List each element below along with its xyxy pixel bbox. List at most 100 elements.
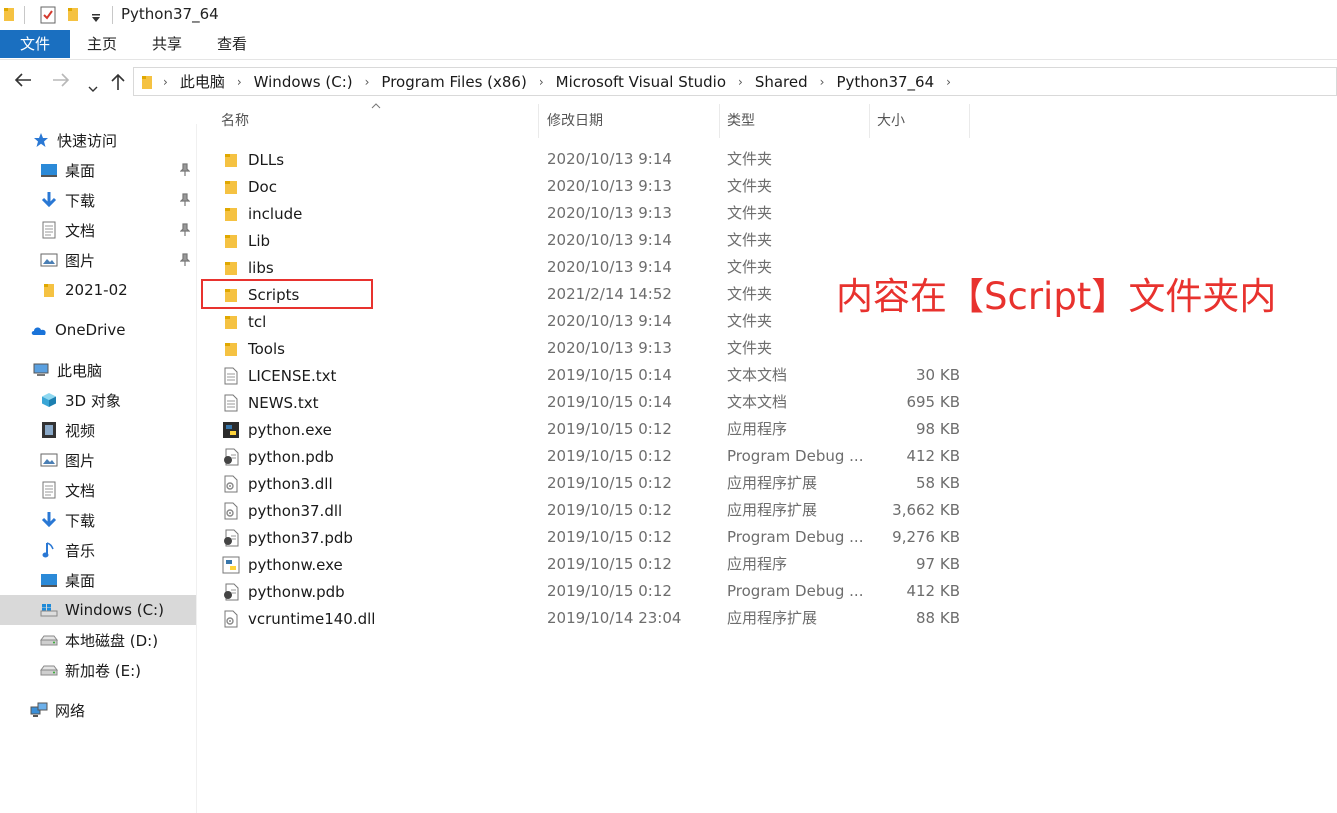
file-size: 97 KB bbox=[916, 555, 960, 573]
crumb-windows-c[interactable]: Windows (C:) bbox=[252, 73, 355, 91]
file-row[interactable]: python37.dll 2019/10/15 0:12 应用程序扩展 3,66… bbox=[213, 497, 973, 524]
pdb-file-icon bbox=[222, 448, 240, 466]
file-name: python.pdb bbox=[248, 447, 334, 466]
file-row[interactable]: python.pdb 2019/10/15 0:12 Program Debug… bbox=[213, 443, 973, 470]
file-date: 2020/10/13 9:13 bbox=[547, 177, 672, 195]
dll-file-icon bbox=[222, 610, 240, 628]
tab-file[interactable]: 文件 bbox=[0, 30, 70, 58]
chevron-right-icon[interactable]: › bbox=[227, 75, 252, 89]
header-size[interactable]: 大小 bbox=[869, 104, 969, 138]
file-row[interactable]: DLLs 2020/10/13 9:14 文件夹 bbox=[213, 146, 973, 173]
column-divider[interactable] bbox=[969, 104, 970, 138]
chevron-right-icon[interactable]: › bbox=[529, 75, 554, 89]
chevron-right-icon[interactable]: › bbox=[810, 75, 835, 89]
header-date-modified[interactable]: 修改日期 bbox=[539, 104, 719, 138]
video-icon bbox=[40, 421, 58, 439]
file-name: python.exe bbox=[248, 420, 332, 439]
file-row[interactable]: pythonw.exe 2019/10/15 0:12 应用程序 97 KB bbox=[213, 551, 973, 578]
file-name: tcl bbox=[248, 312, 267, 331]
file-row[interactable]: include 2020/10/13 9:13 文件夹 bbox=[213, 200, 973, 227]
back-arrow-icon[interactable] bbox=[14, 72, 32, 93]
folder-icon bbox=[222, 340, 240, 358]
file-row[interactable]: pythonw.pdb 2019/10/15 0:12 Program Debu… bbox=[213, 578, 973, 605]
tab-home[interactable]: 主页 bbox=[70, 30, 134, 58]
file-date: 2019/10/15 0:14 bbox=[547, 366, 672, 384]
crumb-this-pc[interactable]: 此电脑 bbox=[178, 71, 227, 92]
file-name: python37.pdb bbox=[248, 528, 353, 547]
sidebar-item-windows-c[interactable]: Windows (C:) bbox=[0, 595, 196, 625]
file-row[interactable]: python.exe 2019/10/15 0:12 应用程序 98 KB bbox=[213, 416, 973, 443]
crumb-python37-64[interactable]: Python37_64 bbox=[834, 73, 936, 91]
sidebar-item-label: 下载 bbox=[65, 511, 96, 530]
folder-icon bbox=[141, 74, 153, 90]
forward-arrow-icon[interactable] bbox=[52, 72, 70, 93]
sidebar-item-onedrive[interactable]: OneDrive bbox=[0, 315, 196, 345]
tab-view[interactable]: 查看 bbox=[200, 30, 264, 58]
title-bar: Python37_64 bbox=[0, 0, 1337, 30]
sidebar-item-2021-02[interactable]: 2021-02 bbox=[0, 275, 196, 305]
header-name[interactable]: 名称 bbox=[213, 104, 538, 138]
file-date: 2020/10/13 9:14 bbox=[547, 312, 672, 330]
file-type: Program Debug ... bbox=[727, 582, 864, 600]
sidebar-item-network[interactable]: 网络 bbox=[0, 695, 196, 725]
sidebar-item-label: 图片 bbox=[65, 451, 96, 470]
sidebar-item-music[interactable]: 音乐 bbox=[0, 535, 196, 565]
file-type: Program Debug ... bbox=[727, 447, 864, 465]
sidebar-item-local-disk-d[interactable]: 本地磁盘 (D:) bbox=[0, 625, 196, 655]
file-row[interactable]: Doc 2020/10/13 9:13 文件夹 bbox=[213, 173, 973, 200]
customize-toolbar-icon[interactable] bbox=[91, 9, 101, 27]
header-type[interactable]: 类型 bbox=[719, 104, 869, 138]
crumb-visual-studio[interactable]: Microsoft Visual Studio bbox=[554, 73, 728, 91]
tab-share[interactable]: 共享 bbox=[134, 30, 200, 58]
sidebar-item-pictures[interactable]: 图片 bbox=[0, 245, 196, 275]
file-type: 文本文档 bbox=[727, 366, 788, 384]
new-folder-icon[interactable] bbox=[67, 6, 79, 26]
sidebar-item-new-volume-e[interactable]: 新加卷 (E:) bbox=[0, 655, 196, 685]
address-bar[interactable]: › 此电脑 › Windows (C:) › Program Files (x8… bbox=[133, 67, 1337, 96]
folder-icon bbox=[222, 151, 240, 169]
pin-icon[interactable] bbox=[179, 223, 191, 237]
sidebar-item-videos[interactable]: 视频 bbox=[0, 415, 196, 445]
recent-locations-icon[interactable] bbox=[88, 77, 98, 98]
sidebar-item-quick-access[interactable]: 快速访问 bbox=[0, 125, 196, 155]
file-date: 2020/10/13 9:14 bbox=[547, 258, 672, 276]
sidebar-item-documents[interactable]: 文档 bbox=[0, 215, 196, 245]
pin-icon[interactable] bbox=[179, 193, 191, 207]
up-arrow-icon[interactable] bbox=[110, 73, 126, 96]
file-type: 应用程序 bbox=[727, 555, 788, 573]
chevron-right-icon[interactable]: › bbox=[355, 75, 380, 89]
file-row[interactable]: vcruntime140.dll 2019/10/14 23:04 应用程序扩展… bbox=[213, 605, 973, 632]
file-date: 2019/10/15 0:12 bbox=[547, 528, 672, 546]
sidebar-item-this-pc[interactable]: 此电脑 bbox=[0, 355, 196, 385]
sidebar-item-downloads[interactable]: 下载 bbox=[0, 185, 196, 215]
file-type: 应用程序扩展 bbox=[727, 474, 818, 492]
sidebar-item-label: 下载 bbox=[65, 191, 96, 210]
file-type: 文件夹 bbox=[727, 312, 773, 330]
crumb-shared[interactable]: Shared bbox=[753, 73, 810, 91]
file-row[interactable]: Lib 2020/10/13 9:14 文件夹 bbox=[213, 227, 973, 254]
file-row[interactable]: LICENSE.txt 2019/10/15 0:14 文本文档 30 KB bbox=[213, 362, 973, 389]
sidebar-item-3d-objects[interactable]: 3D 对象 bbox=[0, 385, 196, 415]
sidebar-item-downloads-pc[interactable]: 下载 bbox=[0, 505, 196, 535]
chevron-right-icon[interactable]: › bbox=[153, 75, 178, 89]
file-row[interactable]: Tools 2020/10/13 9:13 文件夹 bbox=[213, 335, 973, 362]
file-row[interactable]: python3.dll 2019/10/15 0:12 应用程序扩展 58 KB bbox=[213, 470, 973, 497]
chevron-right-icon[interactable]: › bbox=[728, 75, 753, 89]
sidebar-item-pictures-pc[interactable]: 图片 bbox=[0, 445, 196, 475]
file-size: 88 KB bbox=[916, 609, 960, 627]
chevron-right-icon[interactable]: › bbox=[936, 75, 961, 89]
pin-icon[interactable] bbox=[179, 253, 191, 267]
file-row[interactable]: NEWS.txt 2019/10/15 0:14 文本文档 695 KB bbox=[213, 389, 973, 416]
sidebar-item-desktop[interactable]: 桌面 bbox=[0, 155, 196, 185]
sidebar-item-label: 快速访问 bbox=[57, 131, 118, 150]
pin-icon[interactable] bbox=[179, 163, 191, 177]
file-size: 98 KB bbox=[916, 420, 960, 438]
sidebar-item-documents-pc[interactable]: 文档 bbox=[0, 475, 196, 505]
file-size: 412 KB bbox=[906, 447, 960, 465]
document-icon bbox=[40, 221, 58, 239]
properties-icon[interactable] bbox=[40, 6, 56, 28]
file-row[interactable]: python37.pdb 2019/10/15 0:12 Program Deb… bbox=[213, 524, 973, 551]
sidebar-item-label: 桌面 bbox=[65, 571, 96, 590]
crumb-program-files[interactable]: Program Files (x86) bbox=[379, 73, 528, 91]
sidebar-item-desktop-pc[interactable]: 桌面 bbox=[0, 565, 196, 595]
